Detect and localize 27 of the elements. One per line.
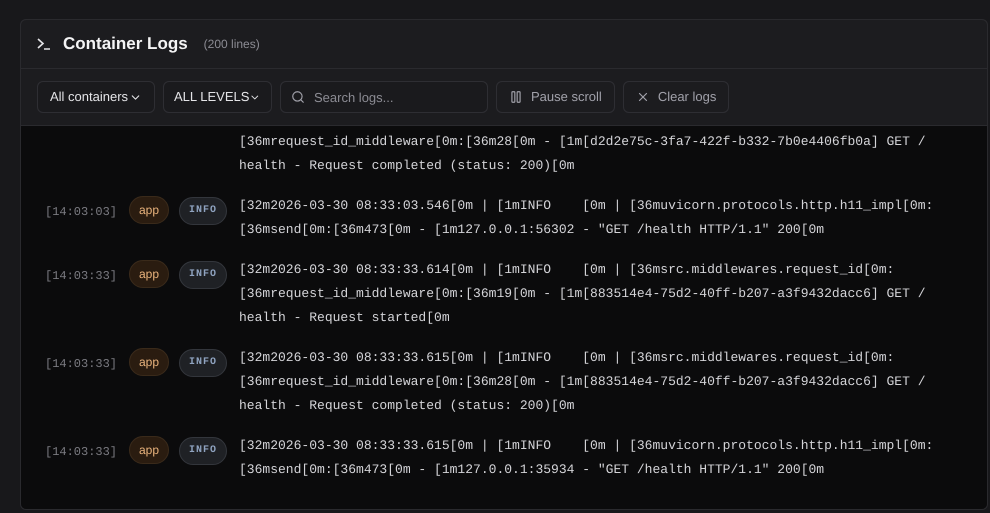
- search-icon: [291, 90, 305, 104]
- level-badge: INFO: [179, 348, 228, 376]
- source-badge: app: [129, 196, 170, 224]
- line-count: (200 lines): [204, 36, 260, 53]
- source-badge: app: [129, 260, 170, 288]
- log-message: [32m2026-03-30 08:33:33.614[0m | [1mINFO [0m | [36msrc.middlewares.request_id[0m: [36mrequest_id_middleware[0m:[36m19[0m - [1m[883514e4-75d2-40ff-b207-a3f9432dacc6] GET / health - Request started[0m: [239, 261, 926, 327]
- level-badge: INFO: [179, 196, 228, 224]
- log-message: [32m2026-03-30 08:33:33.615[0m | [1mINFO [0m | [36msrc.middlewares.request_id[0m: [36mrequest_id_middleware[0m:[36m28[0m - [1m[883514e4-75d2-40ff-b207-a3f9432dacc6] GET / health - Request completed (status: 200)[0m: [239, 349, 926, 415]
- log-message: [32m2026-03-30 08:33:03.546[0m | [1mINFO [0m | [36muvicorn.protocols.http.h11_impl[0m: [36msend[0m:[36m473[0m - [1m127.0.0.1:56302 - "GET /health HTTP/1.1" 200[0m: [239, 197, 934, 239]
- log-message: [36mrequest_id_middleware[0m:[36m28[0m - [1m[d2d2e75c-3fa7-422f-b332-7b0e4406fb0a] GET / health - Request completed (status: 200)[0m: [239, 133, 926, 175]
- pause-icon: [509, 90, 523, 104]
- search-field[interactable]: Search logs...: [280, 81, 488, 113]
- level-select[interactable]: ALL LEVELS: [163, 81, 272, 113]
- clear-logs-button[interactable]: Clear logs: [622, 81, 730, 113]
- pause-scroll-button[interactable]: Pause scroll: [496, 81, 615, 113]
- log-timestamp: [14:03:03]: [45, 205, 118, 219]
- source-badge: app: [129, 436, 170, 464]
- level-badge: INFO: [179, 260, 228, 288]
- panel-title: Container Logs: [63, 33, 188, 56]
- terminal-icon: [37, 38, 51, 50]
- log-timestamp: [14:03:33]: [45, 269, 118, 283]
- log-timestamp: [14:03:33]: [45, 445, 118, 459]
- level-badge: INFO: [179, 436, 228, 464]
- log-timestamp: [14:03:33]: [45, 357, 118, 371]
- log-message: [32m2026-03-30 08:33:33.615[0m | [1mINFO [0m | [36muvicorn.protocols.http.h11_impl[0m: [36msend[0m:[36m473[0m - [1m127.0.0.1:35934 - "GET /health HTTP/1.1" 200[0m: [239, 437, 934, 479]
- source-badge: app: [129, 348, 170, 376]
- container-select[interactable]: All containers: [37, 81, 155, 113]
